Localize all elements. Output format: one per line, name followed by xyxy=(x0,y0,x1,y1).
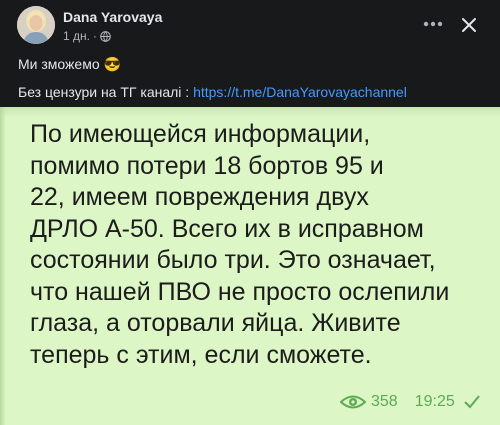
more-options-button[interactable] xyxy=(420,14,446,34)
telegram-channel-link[interactable]: https://t.me/DanaYarovayachannel xyxy=(193,84,407,100)
post-text-line-1: Ми зможемо 😎 xyxy=(18,56,121,72)
close-icon xyxy=(462,18,476,32)
screenshot-left-edge xyxy=(0,107,6,425)
author-name[interactable]: Dana Yarovaya xyxy=(63,9,162,25)
post-text-prefix: Без цензури на ТГ каналі : xyxy=(18,84,194,100)
close-button[interactable] xyxy=(456,12,482,38)
eye-icon xyxy=(340,395,366,409)
check-icon xyxy=(464,395,480,409)
meta-separator: · xyxy=(92,29,97,43)
avatar-image xyxy=(17,6,55,44)
post-header: Dana Yarovaya 1 дн. · xyxy=(0,0,500,52)
telegram-message-text: По имеющейся информации, помимо потери 1… xyxy=(30,120,450,369)
post-time[interactable]: 1 дн. xyxy=(63,29,90,43)
view-count: 358 xyxy=(371,393,398,410)
avatar[interactable] xyxy=(17,6,55,44)
post-meta: 1 дн. · xyxy=(63,29,111,43)
screenshot-top-fade xyxy=(0,107,500,117)
more-icon xyxy=(423,21,443,27)
globe-icon xyxy=(100,30,111,42)
telegram-message-footer: 358 19:25 xyxy=(340,390,480,414)
post-text-line-2: Без цензури на ТГ каналі : https://t.me/… xyxy=(18,84,407,100)
message-time: 19:25 xyxy=(414,393,455,410)
telegram-screenshot[interactable]: По имеющейся информации, помимо потери 1… xyxy=(0,107,500,425)
